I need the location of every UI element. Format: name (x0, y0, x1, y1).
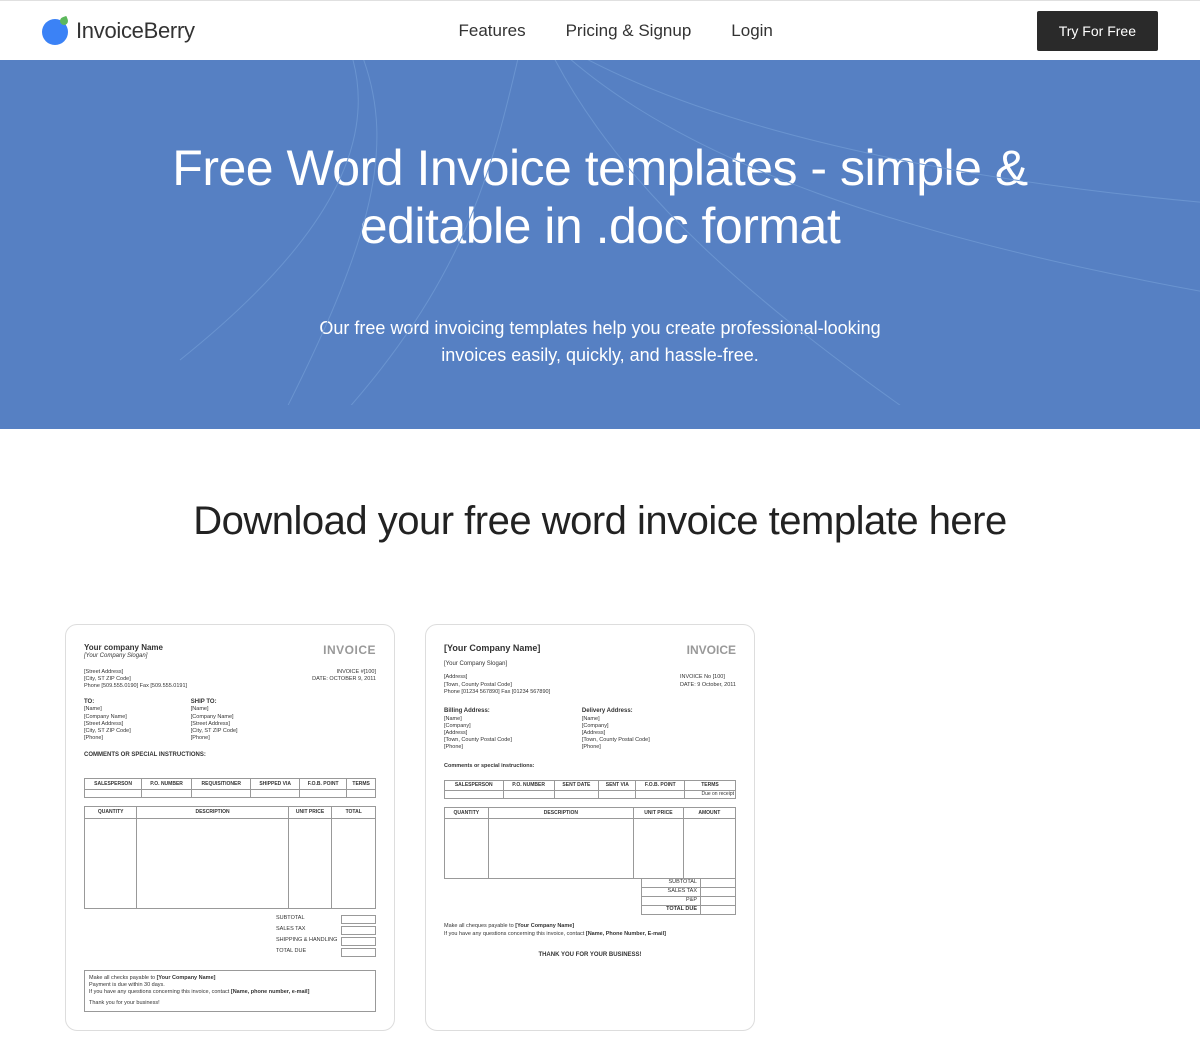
t1-items-table: QUANTITY DESCRIPTION UNIT PRICE TOTAL (84, 806, 376, 909)
logo-icon (42, 17, 70, 45)
nav-features[interactable]: Features (459, 21, 526, 41)
t1-order-table: SALESPERSON P.O. NUMBER REQUISITIONER SH… (84, 778, 376, 799)
try-free-button[interactable]: Try For Free (1037, 11, 1158, 51)
logo[interactable]: InvoiceBerry (42, 17, 195, 45)
template-1-preview: Your company Name [Your Company Slogan] … (84, 643, 376, 1012)
brand-name: InvoiceBerry (76, 18, 195, 44)
hero: Free Word Invoice templates - simple & e… (0, 60, 1200, 429)
hero-subtitle: Our free word invoicing templates help y… (290, 315, 910, 369)
t1-invoice-label: INVOICE (323, 643, 376, 661)
nav-pricing[interactable]: Pricing & Signup (566, 21, 692, 41)
t2-company: [Your Company Name] (444, 643, 540, 659)
t2-order-table: SALESPERSON P.O. NUMBER SENT DATE SENT V… (444, 780, 736, 799)
header: InvoiceBerry Features Pricing & Signup L… (0, 0, 1200, 60)
template-card-2[interactable]: [Your Company Name] INVOICE [Your Compan… (425, 624, 755, 1031)
t2-invoice-label: INVOICE (687, 643, 736, 659)
templates-grid: Your company Name [Your Company Slogan] … (0, 624, 1200, 1051)
hero-title: Free Word Invoice templates - simple & e… (90, 140, 1110, 255)
nav-login[interactable]: Login (731, 21, 773, 41)
t1-slogan: [Your Company Slogan] (84, 653, 163, 661)
template-card-1[interactable]: Your company Name [Your Company Slogan] … (65, 624, 395, 1031)
section-title: Download your free word invoice template… (0, 499, 1200, 544)
main-nav: Features Pricing & Signup Login (459, 21, 773, 41)
t2-items-table: QUANTITY DESCRIPTION UNIT PRICE AMOUNT (444, 807, 736, 880)
template-2-preview: [Your Company Name] INVOICE [Your Compan… (444, 643, 736, 960)
t1-company: Your company Name (84, 643, 163, 653)
